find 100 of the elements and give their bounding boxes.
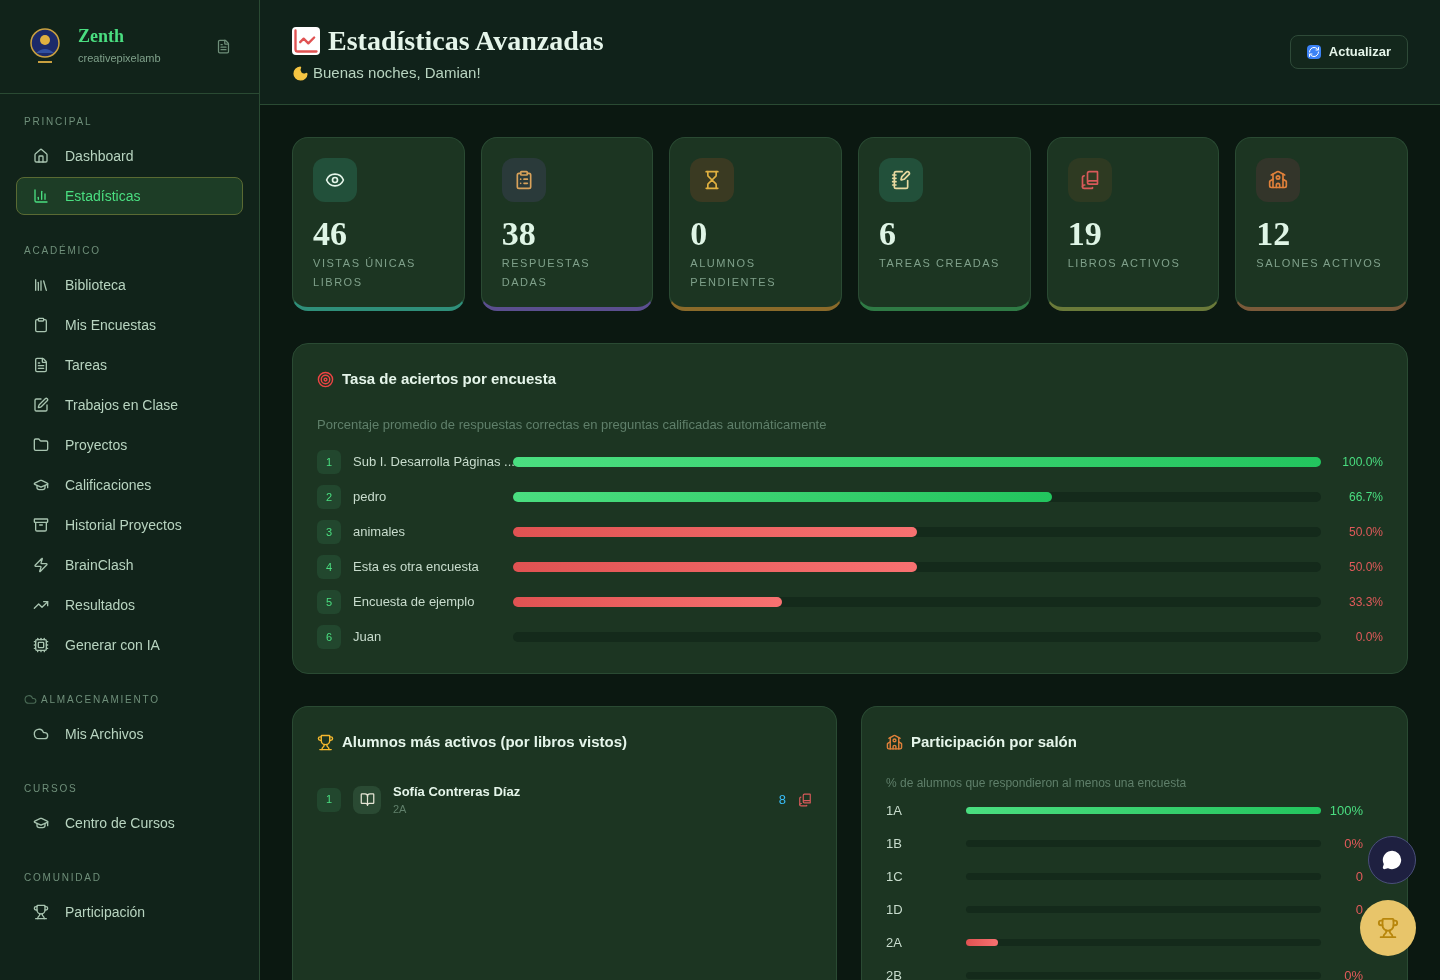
stat-label: SALONES ACTIVOS	[1256, 256, 1384, 271]
clipboard-icon	[33, 317, 49, 333]
percentage: 100%	[1329, 801, 1363, 820]
panel-title: Alumnos más activos (por libros vistos)	[342, 732, 628, 752]
nav-item[interactable]: Mis Encuestas	[16, 306, 243, 344]
school-icon	[886, 733, 903, 751]
nav-item[interactable]: Dashboard	[16, 137, 243, 175]
survey-name: Juan	[352, 628, 383, 647]
stat-label: TAREAS CREADAS	[879, 256, 1001, 271]
rank-badge: 1	[317, 787, 341, 812]
nav-item[interactable]: Centro de Cursos	[16, 804, 243, 842]
percentage: 33.3%	[1347, 594, 1383, 611]
folder-icon	[33, 437, 49, 453]
nav-item[interactable]: Trabajos en Clase	[16, 386, 243, 424]
panel-subtitle: Porcentaje promedio de respuestas correctas en preguntas calificadas automáticamente	[317, 415, 828, 434]
stat-value: 38	[501, 214, 537, 254]
panel-title: Tasa de aciertos por encuesta	[342, 369, 556, 389]
survey-name: Esta es otra encuesta	[352, 558, 480, 577]
brand-name: Zenth	[78, 26, 125, 47]
graduation-cap-icon	[33, 815, 49, 831]
nav-item[interactable]: Participación	[16, 893, 243, 931]
percentage: 0.0%	[1354, 629, 1383, 646]
school-icon	[1268, 170, 1289, 190]
survey-name: Encuesta de ejemplo	[352, 593, 476, 612]
percentage: 66.7%	[1347, 489, 1383, 506]
percentage: 0	[1355, 900, 1363, 919]
panel-subtitle: % de alumnos que respondieron al menos una encuesta	[886, 774, 1188, 792]
percentage: 50.0%	[1347, 559, 1383, 576]
rank-badge: 5	[317, 590, 341, 614]
percentage: 100.0%	[1341, 454, 1383, 471]
stat-value: 6	[879, 214, 897, 254]
stat-label: VISTAS ÚNICAS LIBROS	[313, 256, 417, 290]
survey-name: pedro	[352, 488, 388, 507]
page-title: Estadísticas Avanzadas	[328, 23, 604, 58]
section-heading: COMUNIDAD	[24, 871, 102, 885]
stat-value: 12	[1256, 214, 1292, 254]
section-heading: ALMACENAMIENTO	[41, 693, 160, 707]
books-icon	[798, 792, 812, 807]
document-icon[interactable]	[216, 39, 231, 54]
percentage: 0%	[1344, 834, 1363, 853]
stat-label: LIBROS ACTIVOS	[1067, 256, 1182, 271]
stat-value: 19	[1067, 214, 1103, 254]
section-heading: ACADÉMICO	[24, 243, 101, 258]
library-icon	[33, 277, 49, 293]
nav-item[interactable]: BrainClash	[16, 546, 243, 584]
pencil-square-icon	[33, 397, 49, 413]
chip-icon	[33, 637, 49, 653]
refresh-button[interactable]: Actualizar	[1289, 35, 1408, 69]
moon-icon	[292, 64, 309, 82]
home-icon	[33, 148, 49, 164]
classroom-name: 1A	[886, 801, 903, 820]
rank-badge: 6	[317, 625, 341, 649]
percentage: 0	[1355, 867, 1363, 886]
stat-label: ALUMNOS PENDIENTES	[690, 256, 778, 290]
nav-item[interactable]: Biblioteca	[16, 266, 243, 304]
nav-item[interactable]: Tareas	[16, 346, 243, 384]
classroom-name: 1C	[886, 867, 904, 886]
chart-icon	[292, 26, 320, 55]
bar-chart-icon	[33, 188, 49, 204]
cloud-icon	[33, 726, 49, 742]
student-name: Sofía Contreras Díaz	[393, 782, 522, 801]
classroom-name: 2B	[886, 966, 903, 980]
graduation-cap-icon	[33, 477, 49, 493]
trophy-icon	[1377, 917, 1399, 939]
nav-item[interactable]: Estadísticas	[16, 177, 243, 215]
classroom-name: 1D	[886, 900, 904, 919]
nav-item[interactable]: Proyectos	[16, 426, 243, 464]
nav-item[interactable]: Historial Proyectos	[16, 506, 243, 544]
section-heading: CURSOS	[24, 782, 78, 796]
rank-badge: 2	[317, 485, 341, 509]
section-heading: PRINCIPAL	[24, 115, 93, 129]
nav-item[interactable]: Generar con IA	[16, 626, 243, 664]
cloud-icon	[24, 693, 37, 706]
survey-name: animales	[352, 523, 407, 542]
nav-item[interactable]: Mis Archivos	[16, 715, 243, 753]
target-icon	[317, 370, 334, 388]
books-icon	[1079, 170, 1100, 190]
classroom-name: 2A	[886, 933, 903, 952]
stat-value: 46	[313, 214, 348, 254]
eye-icon	[325, 170, 345, 190]
lightning-icon	[33, 557, 49, 573]
chat-icon	[1382, 850, 1402, 870]
trophy-icon	[317, 733, 334, 751]
student-group: 2A	[393, 801, 767, 818]
classroom-name: 1B	[886, 834, 903, 853]
panel-title: Participación por salón	[911, 732, 1077, 752]
nav-item[interactable]: Calificaciones	[16, 466, 243, 504]
greeting: Buenas noches, Damian!	[313, 62, 481, 83]
survey-name: Sub I. Desarrolla Páginas ...	[352, 453, 513, 472]
trophy-icon	[33, 904, 49, 920]
document-icon	[33, 357, 49, 373]
rank-badge: 4	[317, 555, 341, 579]
percentage: 50.0%	[1347, 524, 1383, 541]
archive-icon	[33, 517, 49, 533]
stat-value: 0	[690, 214, 709, 254]
nav-item[interactable]: Resultados	[16, 586, 243, 624]
refresh-icon	[1306, 45, 1321, 59]
username: creativepixelamb	[78, 51, 162, 67]
stat-label: RESPUESTAS DADAS	[501, 256, 592, 290]
notepad-icon	[891, 170, 911, 190]
